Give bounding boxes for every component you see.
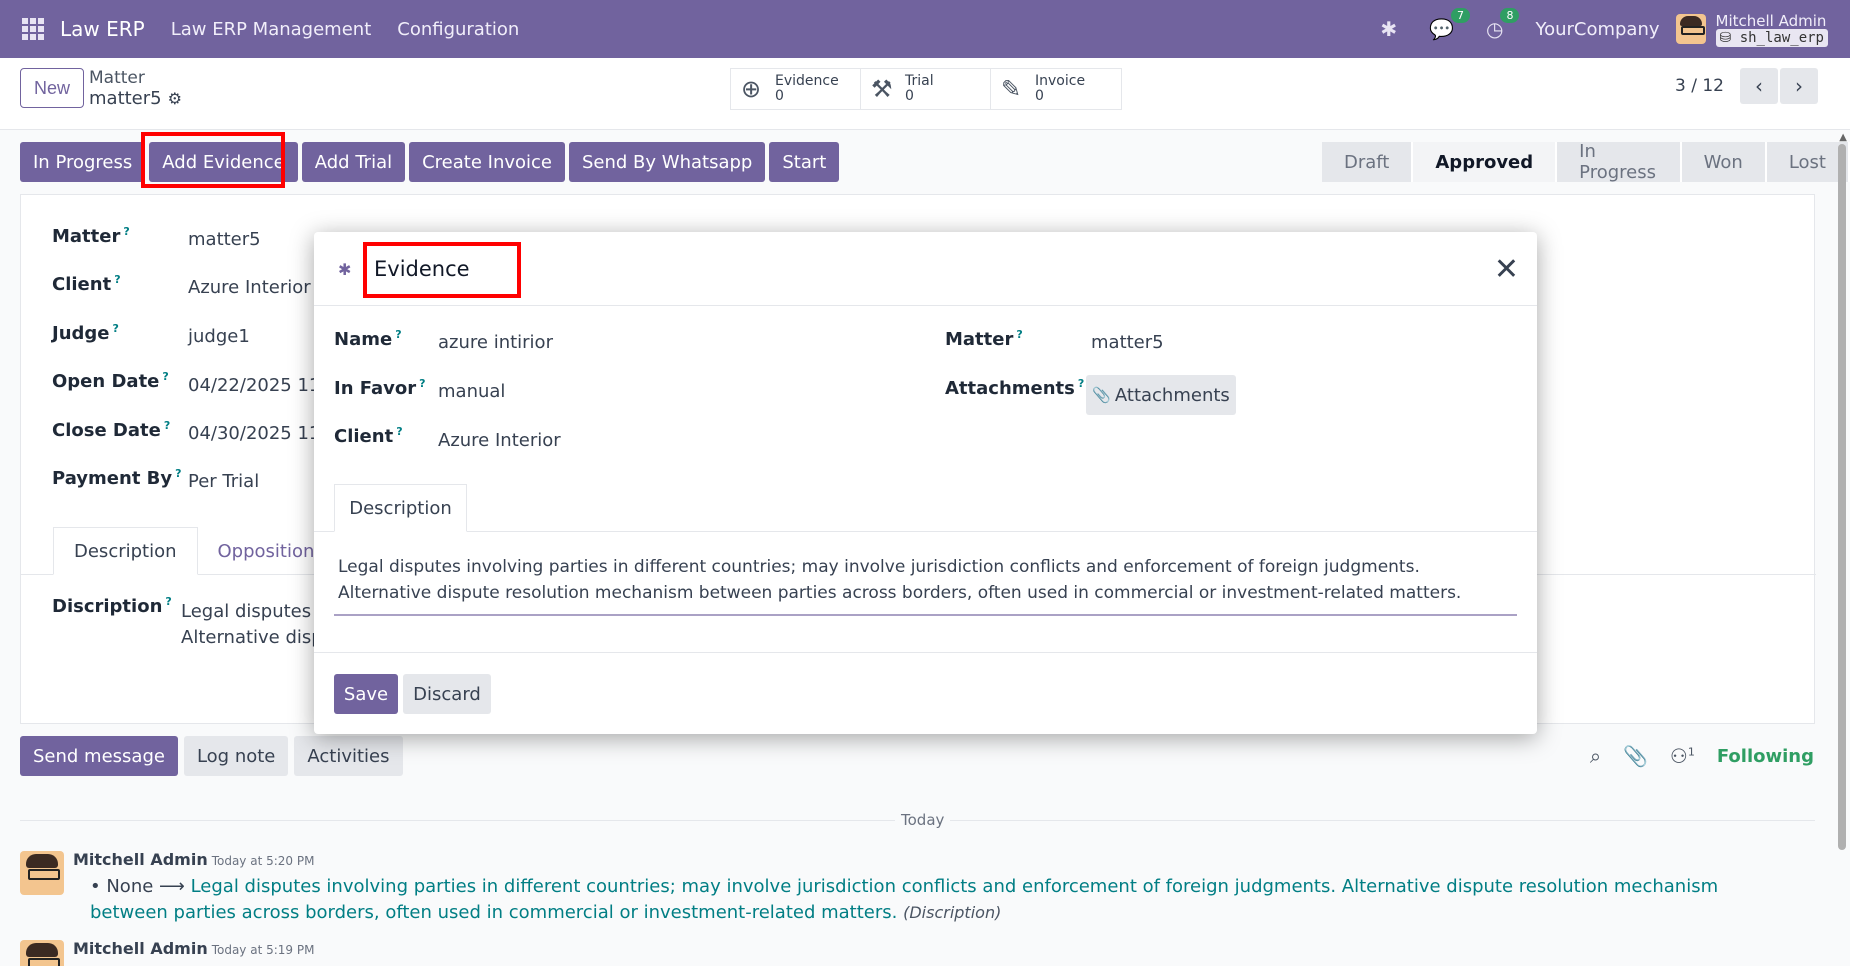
in-favor-label: In Favor? [334,377,426,399]
bug-icon: ✱ [338,260,352,279]
highlight-add-evidence [141,132,285,188]
evidence-dialog: ✱ Evidence ✕ Name? azure intirior In Fav… [314,232,1537,734]
client-field[interactable]: Azure Interior [438,430,561,451]
description-line-2: Alternative dispute resolution mechanism… [338,583,1462,603]
name-label: Name? [334,328,402,350]
paperclip-icon: 📎 [1092,386,1111,404]
highlight-dialog-title [363,242,521,298]
close-icon[interactable]: ✕ [1494,252,1519,287]
description-editor[interactable]: Legal disputes involving parties in diff… [338,554,1518,606]
matter-field[interactable]: matter5 [1091,332,1164,353]
discard-button[interactable]: Discard [403,674,491,714]
attachments-button[interactable]: 📎 Attachments [1086,375,1236,415]
save-button[interactable]: Save [334,674,398,714]
client-label: Client? [334,425,403,447]
dialog-footer-divider [314,652,1537,653]
matter-label: Matter? [945,328,1023,350]
attachments-label: Attachments? [945,377,1085,399]
editor-focus-underline [334,614,1517,616]
description-line-1: Legal disputes involving parties in diff… [338,557,1420,577]
attachments-button-label: Attachments [1114,384,1230,406]
dialog-tab-divider [314,531,1537,532]
name-field[interactable]: azure intirior [438,332,553,353]
in-favor-field[interactable]: manual [438,381,505,402]
dialog-tab-description[interactable]: Description [334,484,467,532]
